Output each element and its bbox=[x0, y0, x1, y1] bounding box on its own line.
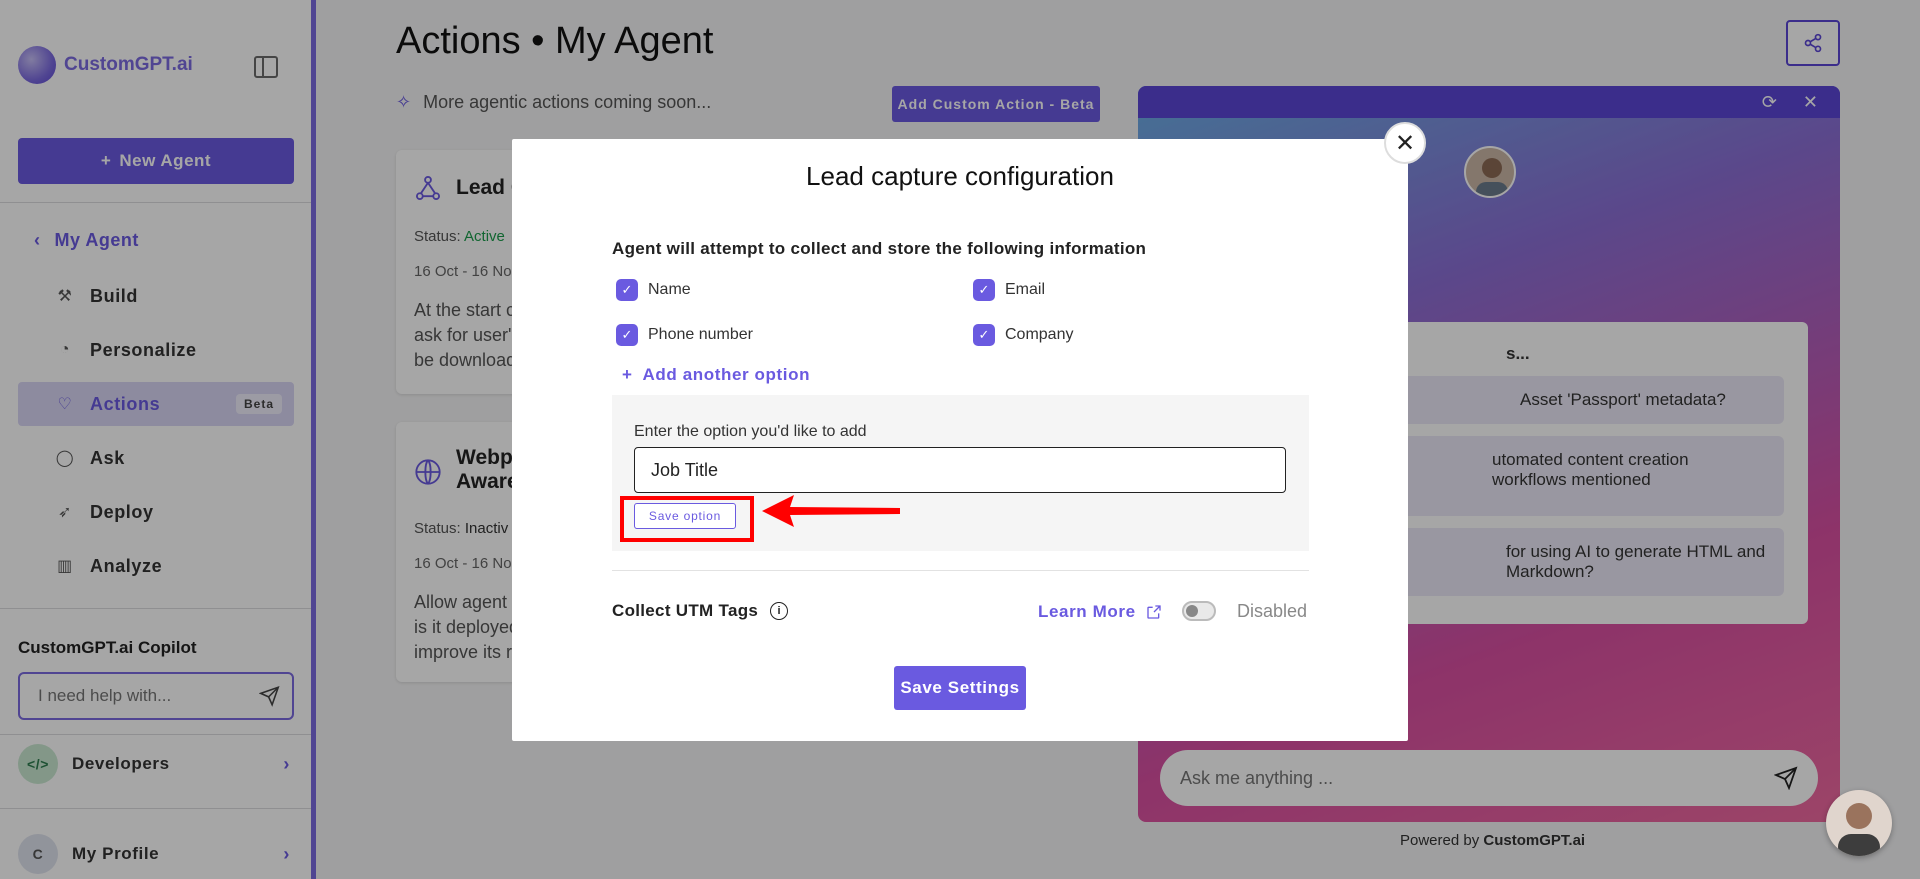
lead-capture-modal: Lead capture configuration Agent will at… bbox=[512, 139, 1408, 741]
utm-tags-setting: Collect UTM Tags i bbox=[612, 601, 789, 621]
add-another-option-button[interactable]: + Add another option bbox=[622, 365, 810, 385]
checkbox-checked-icon[interactable]: ✓ bbox=[973, 279, 995, 301]
utm-toggle[interactable] bbox=[1182, 601, 1216, 621]
learn-more-link[interactable]: Learn More bbox=[1038, 602, 1162, 622]
toggle-state-label: Disabled bbox=[1237, 601, 1308, 621]
option-company[interactable]: ✓ Company bbox=[973, 324, 1073, 346]
info-icon[interactable]: i bbox=[770, 602, 789, 620]
checkbox-checked-icon[interactable]: ✓ bbox=[616, 279, 638, 301]
modal-close-button[interactable]: ✕ bbox=[1384, 122, 1426, 164]
modal-subtitle: Agent will attempt to collect and store … bbox=[612, 239, 1147, 258]
checkbox-checked-icon[interactable]: ✓ bbox=[616, 324, 638, 346]
add-option-panel: Enter the option you'd like to add Save … bbox=[612, 395, 1309, 551]
person-icon bbox=[1838, 803, 1880, 856]
save-option-button[interactable]: Save option bbox=[634, 503, 736, 529]
plus-icon: + bbox=[622, 365, 633, 384]
option-label: Email bbox=[1005, 281, 1046, 298]
chat-launcher-avatar[interactable] bbox=[1826, 790, 1892, 856]
option-email[interactable]: ✓ Email bbox=[973, 279, 1045, 301]
external-link-icon bbox=[1146, 605, 1161, 619]
option-input[interactable] bbox=[634, 447, 1286, 493]
utm-label: Collect UTM Tags bbox=[612, 601, 759, 620]
option-label: Company bbox=[1005, 326, 1074, 343]
option-name[interactable]: ✓ Name bbox=[616, 279, 691, 301]
option-label: Name bbox=[648, 281, 691, 298]
learn-more-label: Learn More bbox=[1038, 602, 1136, 621]
save-settings-button[interactable]: Save Settings bbox=[894, 666, 1026, 710]
option-phone-number[interactable]: ✓ Phone number bbox=[616, 324, 753, 346]
option-label: Phone number bbox=[648, 326, 753, 343]
modal-title: Lead capture configuration bbox=[806, 161, 1114, 191]
option-input-label: Enter the option you'd like to add bbox=[634, 423, 867, 440]
close-icon: ✕ bbox=[1394, 129, 1416, 157]
checkbox-checked-icon[interactable]: ✓ bbox=[973, 324, 995, 346]
add-option-label: Add another option bbox=[642, 365, 811, 384]
annotation-arrow-icon bbox=[762, 495, 900, 527]
modal-divider bbox=[612, 570, 1309, 571]
